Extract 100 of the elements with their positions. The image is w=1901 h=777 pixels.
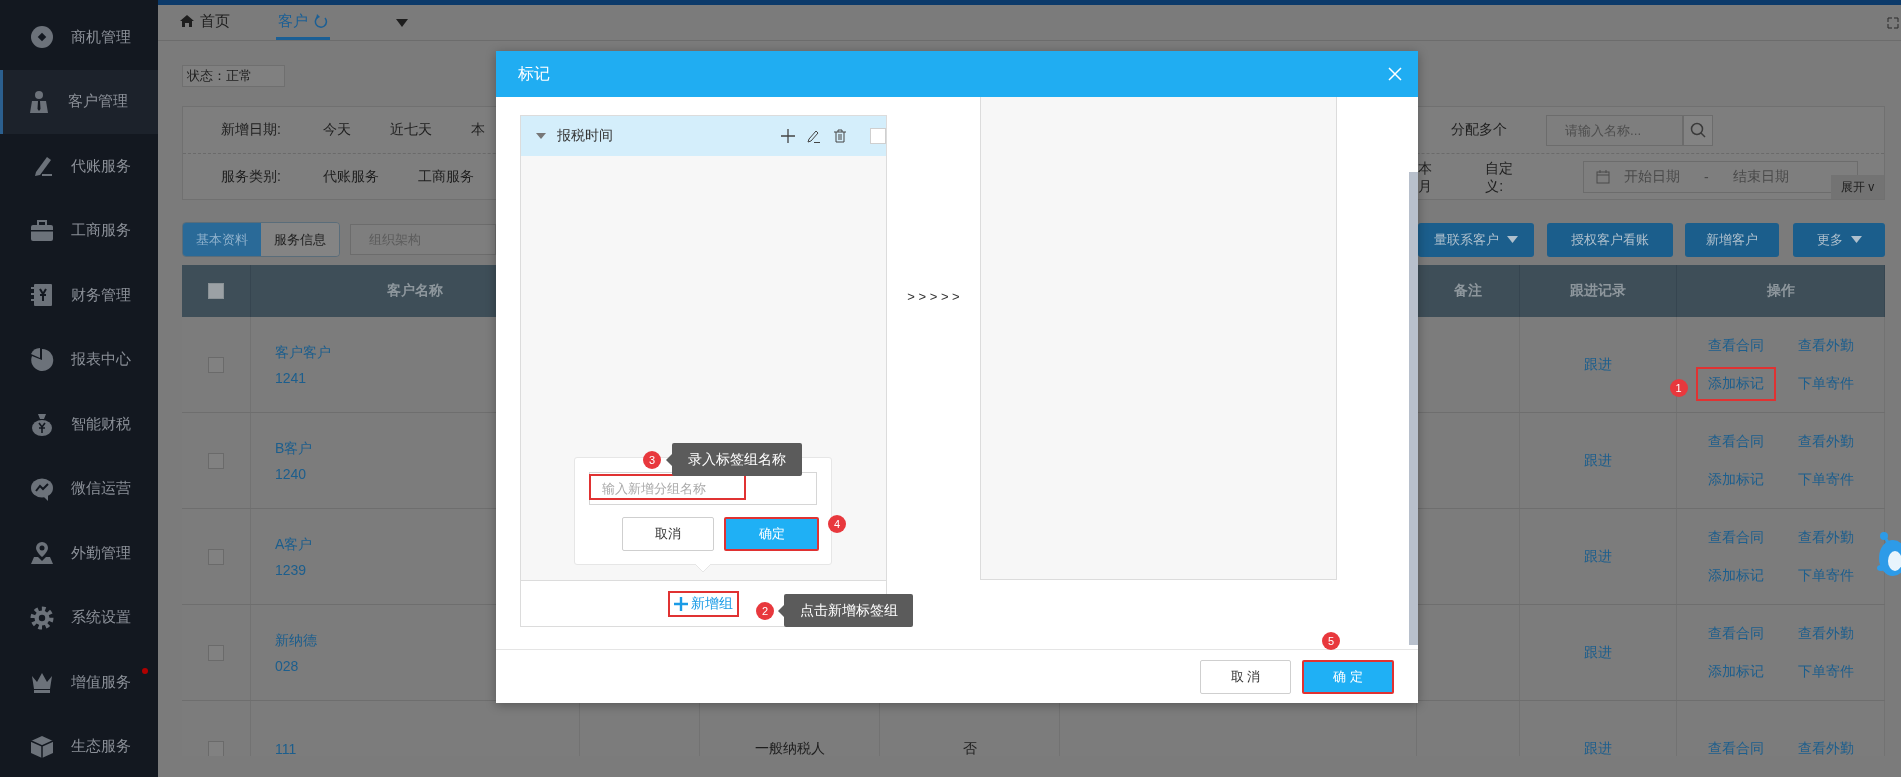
toolbar-button[interactable]: 更多 — [1793, 222, 1885, 257]
sidebar-item[interactable]: 系统设置 — [0, 585, 158, 650]
search-icon — [1690, 122, 1706, 138]
filter-option[interactable]: 今天 — [323, 121, 351, 139]
follow-link[interactable]: 跟进 — [1584, 739, 1612, 756]
tab[interactable]: 首页 — [178, 5, 232, 40]
toolbar-button[interactable]: 授权客户看账 — [1547, 222, 1673, 257]
confirm-button[interactable]: 确定 — [724, 517, 819, 551]
action-link[interactable]: 添加标记 — [1707, 566, 1764, 585]
sidebar-item[interactable]: 财务管理 — [0, 263, 158, 327]
assign-label: 分配多个 — [1451, 121, 1507, 139]
tooltip-arrow — [778, 605, 784, 617]
action-link[interactable]: 查看外勤 — [1797, 624, 1854, 643]
customer-link[interactable]: 1241 — [275, 369, 307, 386]
step-badge: 1 — [1669, 378, 1688, 397]
column-header: 操作 — [1766, 282, 1795, 300]
home-icon — [180, 14, 194, 28]
customer-link[interactable]: 1239 — [275, 561, 307, 578]
caret-icon — [1507, 236, 1518, 243]
toolbar-button[interactable]: 新增客户 — [1685, 222, 1779, 257]
filter-option[interactable]: 本月 — [1418, 158, 1433, 196]
sidebar-item[interactable]: 智能财税 — [0, 392, 158, 456]
action-link[interactable]: 添加标记 — [1707, 470, 1764, 489]
cancel-button[interactable]: 取 消 — [1200, 660, 1291, 694]
hint-tooltip: 点击新增标签组 — [784, 594, 913, 627]
toolbar-button[interactable]: 量联系客户 — [1418, 222, 1534, 257]
action-link[interactable]: 添加标记 — [1707, 374, 1764, 393]
action-link[interactable]: 查看合同 — [1707, 739, 1764, 756]
location-person-icon — [30, 541, 54, 565]
filter-option[interactable]: 本 — [471, 121, 485, 139]
column-header: 备注 — [1454, 282, 1482, 300]
customer-link[interactable]: A客户 — [275, 535, 313, 554]
pencil-icon — [807, 129, 821, 143]
filter-option[interactable]: 工商服务 — [418, 168, 474, 186]
settings-icon — [30, 605, 54, 630]
customer-link[interactable]: 1240 — [275, 465, 307, 482]
filter-label: 自定义: — [1485, 158, 1515, 196]
action-link[interactable]: 下单寄件 — [1797, 662, 1854, 681]
sidebar-item[interactable]: 生态服务 — [0, 714, 158, 777]
customer-link[interactable]: B客户 — [275, 439, 313, 458]
close-icon[interactable] — [1388, 67, 1402, 81]
customer-link[interactable]: 111 — [275, 740, 297, 756]
view-toggle[interactable]: 服务信息 — [261, 223, 339, 256]
action-link[interactable]: 下单寄件 — [1797, 566, 1854, 585]
action-link[interactable]: 查看合同 — [1707, 432, 1764, 451]
action-link[interactable]: 查看外勤 — [1797, 432, 1854, 451]
action-link[interactable]: 下单寄件 — [1797, 470, 1854, 489]
customer-link[interactable]: 新纳德 — [275, 631, 317, 650]
money-bag-icon — [30, 412, 54, 436]
sidebar-item[interactable]: 增值服务 — [0, 650, 158, 714]
expand-button[interactable]: 展开 v — [1831, 175, 1884, 199]
briefcase-icon — [30, 218, 54, 243]
filter-option[interactable]: 近七天 — [390, 121, 432, 139]
follow-link[interactable]: 跟进 — [1584, 355, 1612, 374]
plus-icon — [674, 596, 688, 611]
refresh-icon — [314, 14, 328, 28]
sidebar-item[interactable]: 报表中心 — [0, 327, 158, 392]
column-header: 客户名称 — [387, 282, 443, 300]
follow-link[interactable]: 跟进 — [1584, 547, 1612, 566]
action-link[interactable]: 查看合同 — [1707, 336, 1764, 355]
dialog-title: 标记 — [518, 63, 550, 84]
action-link[interactable]: 查看外勤 — [1797, 336, 1854, 355]
tooltip-arrow — [666, 454, 672, 466]
search-button[interactable] — [1683, 114, 1713, 146]
action-link[interactable]: 查看合同 — [1707, 528, 1764, 547]
plus-icon — [781, 129, 795, 143]
sidebar-item[interactable]: 工商服务 — [0, 198, 158, 263]
add-group-button[interactable]: 新增组 — [668, 590, 739, 617]
status-filter[interactable]: 状态：正常 — [182, 65, 285, 87]
action-link[interactable]: 查看外勤 — [1797, 528, 1854, 547]
pie-chart-icon — [30, 347, 54, 372]
follow-link[interactable]: 跟进 — [1584, 643, 1612, 662]
checkbox[interactable] — [208, 283, 224, 299]
transfer-arrows: > > > > > — [906, 289, 961, 304]
customer-link[interactable]: 028 — [275, 657, 299, 674]
sidebar-item[interactable]: 商机管理 — [0, 5, 158, 69]
scrollbar[interactable] — [1409, 172, 1418, 645]
tab[interactable]: 客户 — [276, 5, 330, 40]
sidebar-item[interactable]: 微信运营 — [0, 456, 158, 521]
action-link[interactable]: 下单寄件 — [1797, 374, 1854, 393]
cancel-button[interactable]: 取消 — [622, 517, 714, 551]
follow-link[interactable]: 跟进 — [1584, 451, 1612, 470]
hint-tooltip: 录入标签组名称 — [672, 443, 802, 476]
confirm-button[interactable]: 确 定 — [1302, 660, 1394, 694]
action-link[interactable]: 添加标记 — [1707, 662, 1764, 681]
tree-row[interactable]: 报税时间 — [521, 116, 886, 156]
coin-icon — [30, 25, 54, 49]
calendar-icon — [1596, 170, 1610, 184]
caret-icon — [536, 131, 546, 141]
customer-link[interactable]: 客户客户 — [275, 343, 331, 362]
sidebar-item[interactable]: 代账服务 — [0, 134, 158, 198]
view-toggle[interactable]: 基本资料 — [183, 223, 261, 256]
filter-option[interactable]: 代账服务 — [323, 168, 379, 186]
action-link[interactable]: 查看合同 — [1707, 624, 1764, 643]
cube-icon — [30, 734, 54, 759]
filter-label: 服务类别: — [220, 168, 282, 186]
action-link[interactable]: 查看外勤 — [1797, 739, 1854, 756]
sidebar-item[interactable]: 客户管理 — [0, 69, 158, 134]
trash-icon — [833, 129, 847, 143]
sidebar-item[interactable]: 外勤管理 — [0, 521, 158, 585]
